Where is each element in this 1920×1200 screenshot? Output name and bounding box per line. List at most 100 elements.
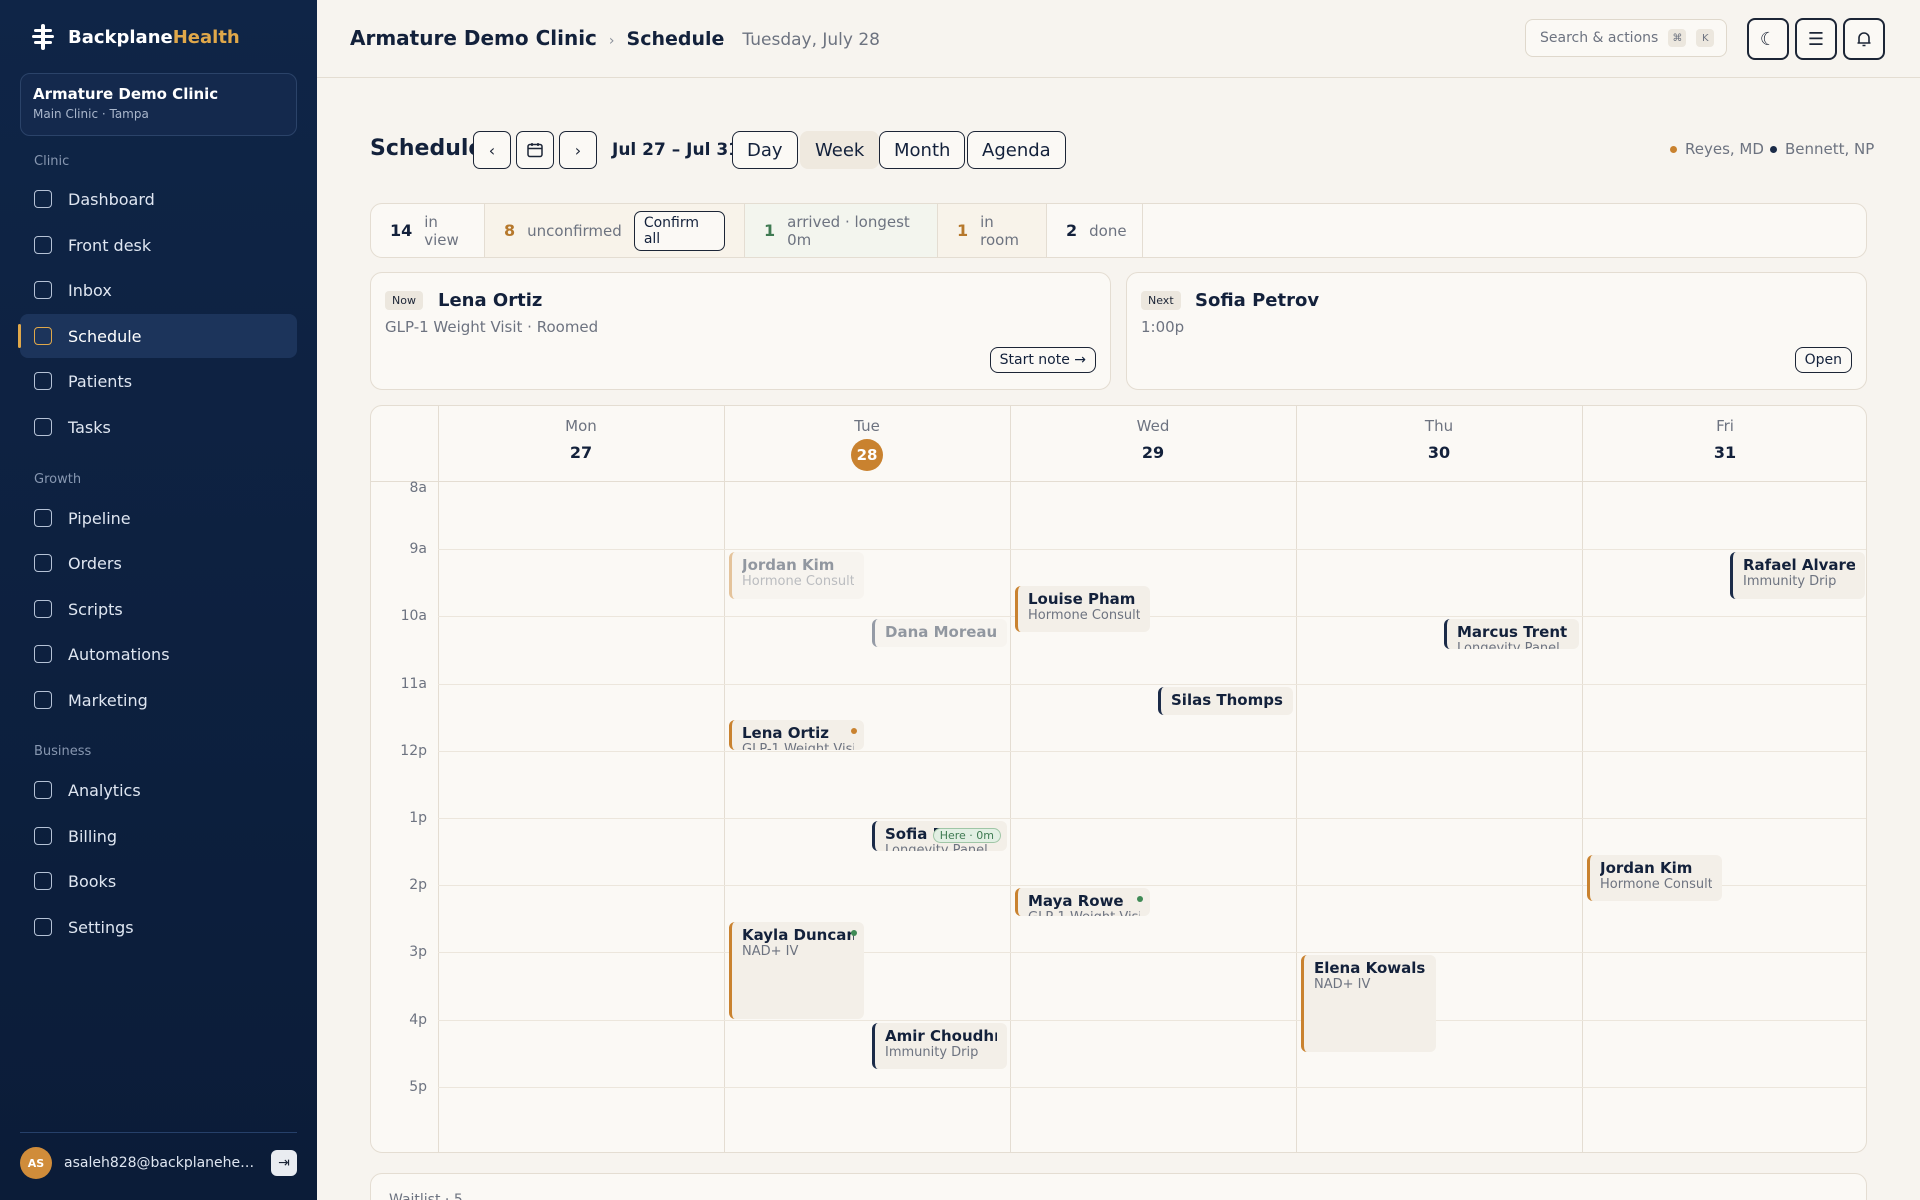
billing-icon bbox=[34, 827, 52, 845]
day-divider bbox=[1010, 406, 1011, 1152]
appointment-card[interactable]: Sofia PetrovLongevity PanelHere · 0m bbox=[872, 821, 1007, 851]
sidebar-item-label: Patients bbox=[68, 371, 133, 391]
status-dot bbox=[851, 728, 857, 735]
legend-bennett: Bennett, NP bbox=[1770, 140, 1874, 158]
sidebar-item-automations[interactable]: Automations bbox=[20, 632, 297, 676]
appointment-card[interactable]: Elena KowalskiNAD+ IV bbox=[1301, 955, 1436, 1053]
stat-unconfirmed[interactable]: 8 unconfirmed Confirm all bbox=[485, 204, 745, 257]
day-divider bbox=[438, 406, 439, 1152]
appointment-card[interactable]: Marcus Trent Longevity Panel bbox=[1444, 619, 1579, 649]
appointment-card[interactable]: Rafael Alvarez Immunity Drip bbox=[1730, 552, 1865, 599]
legend-dot bbox=[1670, 145, 1677, 153]
breadcrumb-clinic[interactable]: Armature Demo Clinic bbox=[350, 26, 597, 50]
day-header[interactable]: Mon 27 bbox=[438, 406, 724, 482]
user-menu: AS asaleh828@backplanehealth.com ⇥ bbox=[20, 1132, 297, 1179]
arrival-badge: Here · 0m bbox=[932, 828, 1001, 843]
brand[interactable]: BackplaneHealth bbox=[30, 24, 240, 50]
sidebar-item-label: Marketing bbox=[68, 690, 148, 710]
appointment-card[interactable]: Silas Thompson bbox=[1158, 686, 1293, 715]
stat-in-view[interactable]: 14 in view bbox=[371, 204, 485, 257]
hour-label: 3p bbox=[409, 944, 427, 961]
sidebar-item-dashboard[interactable]: Dashboard bbox=[20, 177, 297, 221]
tasks-icon bbox=[34, 418, 52, 436]
now-card[interactable]: Now Lena Ortiz GLP-1 Weight Visit · Room… bbox=[370, 272, 1111, 390]
clinic-switcher[interactable]: Armature Demo Clinic Main Clinic · Tampa bbox=[20, 73, 297, 136]
appointment-card[interactable]: Kayla Duncan NAD+ IV bbox=[729, 921, 864, 1019]
appointment-card[interactable]: Lena Ortiz GLP-1 Weight Visit bbox=[729, 720, 864, 750]
sidebar-item-orders[interactable]: Orders bbox=[20, 541, 297, 585]
prev-week-button[interactable]: ‹ bbox=[473, 131, 511, 169]
date-picker-button[interactable] bbox=[516, 131, 554, 169]
sidebar-item-pipeline[interactable]: Pipeline bbox=[20, 496, 297, 540]
view-week-button[interactable]: Week bbox=[800, 131, 880, 169]
analytics-icon bbox=[34, 781, 52, 799]
sidebar-item-analytics[interactable]: Analytics bbox=[20, 768, 297, 812]
confirm-all-button[interactable]: Confirm all bbox=[633, 210, 725, 251]
sidebar-item-inbox[interactable]: Inbox bbox=[20, 268, 297, 312]
day-name: Wed bbox=[1136, 417, 1170, 435]
sidebar-item-billing[interactable]: Billing bbox=[20, 814, 297, 858]
stat-done[interactable]: 2 done bbox=[1047, 204, 1143, 257]
hour-label: 5p bbox=[409, 1078, 427, 1095]
stat-label: unconfirmed bbox=[527, 221, 622, 240]
bell-icon[interactable] bbox=[1843, 18, 1885, 60]
sidebar-item-books[interactable]: Books bbox=[20, 859, 297, 903]
next-week-button[interactable]: › bbox=[559, 131, 597, 169]
view-agenda-button[interactable]: Agenda bbox=[967, 131, 1066, 169]
day-divider bbox=[1296, 406, 1297, 1152]
calendar-icon bbox=[527, 143, 543, 158]
day-name: Tue bbox=[854, 417, 880, 435]
day-header[interactable]: Fri 31 bbox=[1582, 406, 1866, 482]
breadcrumb: Armature Demo Clinic › Schedule Tuesday,… bbox=[350, 26, 880, 50]
stat-arrived[interactable]: 1 arrived · longest 0m bbox=[745, 204, 938, 257]
legend-label: Bennett, NP bbox=[1785, 140, 1875, 158]
appointment-card[interactable]: Maya RoweGLP-1 Weight Visit bbox=[1015, 888, 1150, 917]
sidebar-item-settings[interactable]: Settings bbox=[20, 905, 297, 949]
appointment-card[interactable]: Louise Pham Hormone Consult bbox=[1015, 585, 1150, 633]
appointment-card[interactable]: Jordan Kim Hormone Consult bbox=[1587, 854, 1722, 901]
sidebar-item-scripts[interactable]: Scripts bbox=[20, 587, 297, 631]
next-detail: 1:00p bbox=[1141, 318, 1185, 336]
hour-label: 12p bbox=[400, 742, 427, 759]
day-name: Fri bbox=[1716, 417, 1734, 435]
nav-section-business: Business bbox=[34, 744, 92, 759]
avatar[interactable]: AS bbox=[20, 1147, 52, 1179]
appointment-card[interactable]: Dana Moreau bbox=[872, 619, 1007, 648]
date-range: Jul 27 – Jul 31 bbox=[612, 140, 740, 160]
sidebar-item-label: Front desk bbox=[68, 235, 152, 255]
menu-icon[interactable]: ☰ bbox=[1795, 18, 1837, 60]
day-header[interactable]: Wed 29 bbox=[1010, 406, 1296, 482]
logout-icon[interactable]: ⇥ bbox=[271, 1150, 297, 1176]
sidebar-item-label: Scripts bbox=[68, 599, 123, 619]
view-month-button[interactable]: Month bbox=[879, 131, 966, 169]
appointment-patient: Marcus Trent bbox=[1457, 623, 1568, 642]
start-note-button[interactable]: Start note → bbox=[989, 347, 1096, 373]
sidebar-item-marketing[interactable]: Marketing bbox=[20, 678, 297, 722]
appointment-type: Hormone Consult bbox=[1028, 607, 1140, 623]
sidebar-item-schedule[interactable]: Schedule bbox=[18, 314, 297, 358]
sidebar-item-label: Dashboard bbox=[68, 189, 155, 209]
open-button[interactable]: Open bbox=[1794, 347, 1852, 373]
sidebar-item-front-desk[interactable]: Front desk bbox=[20, 223, 297, 267]
dark-mode-icon[interactable]: ☾ bbox=[1747, 18, 1789, 60]
clinic-location: Main Clinic · Tampa bbox=[33, 107, 149, 121]
sidebar-item-patients[interactable]: Patients bbox=[20, 359, 297, 403]
sidebar-item-tasks[interactable]: Tasks bbox=[20, 405, 297, 449]
nav-section-clinic: Clinic bbox=[34, 154, 70, 169]
appointment-type: GLP-1 Weight Visit bbox=[1028, 910, 1140, 916]
waitlist-panel[interactable]: Waitlist · 5 bbox=[370, 1173, 1867, 1200]
view-day-button[interactable]: Day bbox=[732, 131, 798, 169]
day-header[interactable]: Tue 28 bbox=[724, 406, 1010, 482]
next-card[interactable]: Next Sofia Petrov 1:00p Open bbox=[1126, 272, 1867, 390]
appointment-card[interactable]: Amir ChoudhryImmunity Drip bbox=[872, 1022, 1007, 1069]
search-input[interactable]: Search & actions ⌘ K bbox=[1525, 19, 1727, 57]
appointment-type: GLP-1 Weight Visit bbox=[742, 742, 854, 750]
stat-in-room[interactable]: 1 in room bbox=[938, 204, 1047, 257]
front-desk-icon bbox=[34, 236, 52, 254]
appointment-card[interactable]: Jordan Kim Hormone Consult bbox=[729, 552, 864, 599]
brand-name-accent: Health bbox=[172, 26, 240, 48]
inbox-icon bbox=[34, 281, 52, 299]
now-tag: Now bbox=[385, 291, 423, 310]
appointment-type: NAD+ IV bbox=[1314, 977, 1371, 993]
day-header[interactable]: Thu 30 bbox=[1296, 406, 1582, 482]
